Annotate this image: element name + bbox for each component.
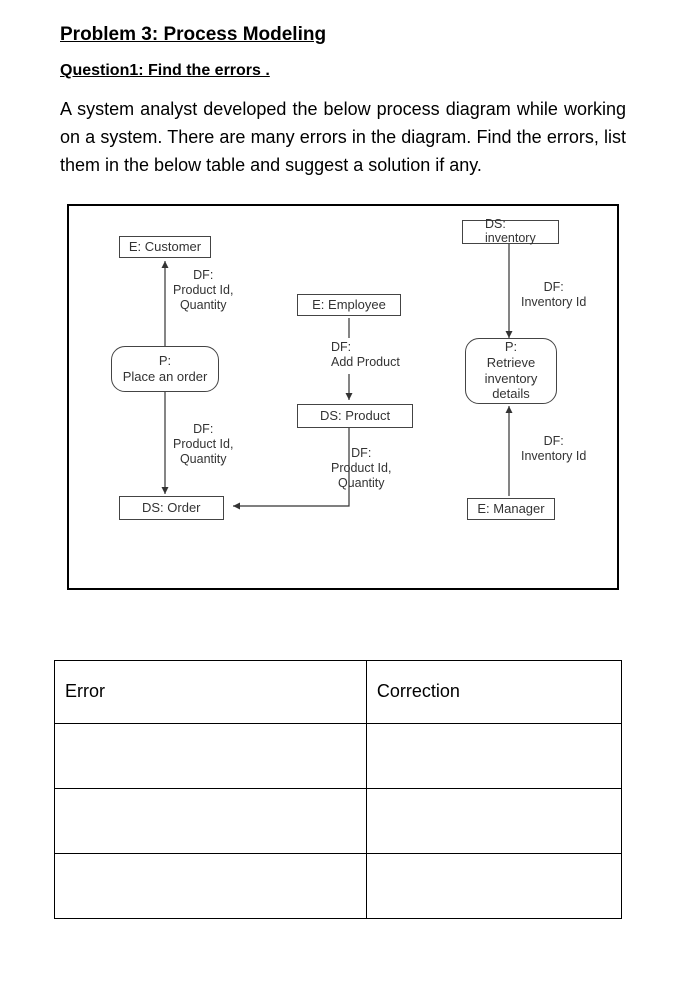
process-place-order: P: Place an order xyxy=(111,346,219,392)
table-header-correction: Correction xyxy=(366,660,621,723)
datastore-product: DS: Product xyxy=(297,404,413,428)
process-retrieve-inventory: P: Retrieve inventory details xyxy=(465,338,557,404)
document-page: Problem 3: Process Modeling Question1: F… xyxy=(0,0,686,949)
table-row xyxy=(55,788,622,853)
dataflow-product-id-qty-2: DF: Product Id, Quantity xyxy=(173,422,233,467)
table-header-error: Error xyxy=(55,660,367,723)
datastore-inventory: DS: inventory xyxy=(462,220,559,244)
table-row xyxy=(55,723,622,788)
question-subtitle: Question1: Find the errors . xyxy=(60,62,626,80)
datastore-order: DS: Order xyxy=(119,496,224,520)
entity-employee: E: Employee xyxy=(297,294,401,316)
dataflow-inventory-id-2: DF: Inventory Id xyxy=(521,434,586,464)
dataflow-inventory-id-1: DF: Inventory Id xyxy=(521,280,586,310)
table-row xyxy=(55,853,622,918)
answer-table: Error Correction xyxy=(54,660,622,919)
dataflow-product-id-qty-3: DF: Product Id, Quantity xyxy=(331,446,391,491)
entity-manager: E: Manager xyxy=(467,498,555,520)
problem-statement: A system analyst developed the below pro… xyxy=(60,96,626,180)
entity-customer: E: Customer xyxy=(119,236,211,258)
dataflow-add-product: DF: Add Product xyxy=(331,340,400,370)
problem-title: Problem 3: Process Modeling xyxy=(60,24,626,46)
process-diagram: E: Customer DS: inventory DF: Product Id… xyxy=(67,204,619,590)
dataflow-product-id-qty-1: DF: Product Id, Quantity xyxy=(173,268,233,313)
